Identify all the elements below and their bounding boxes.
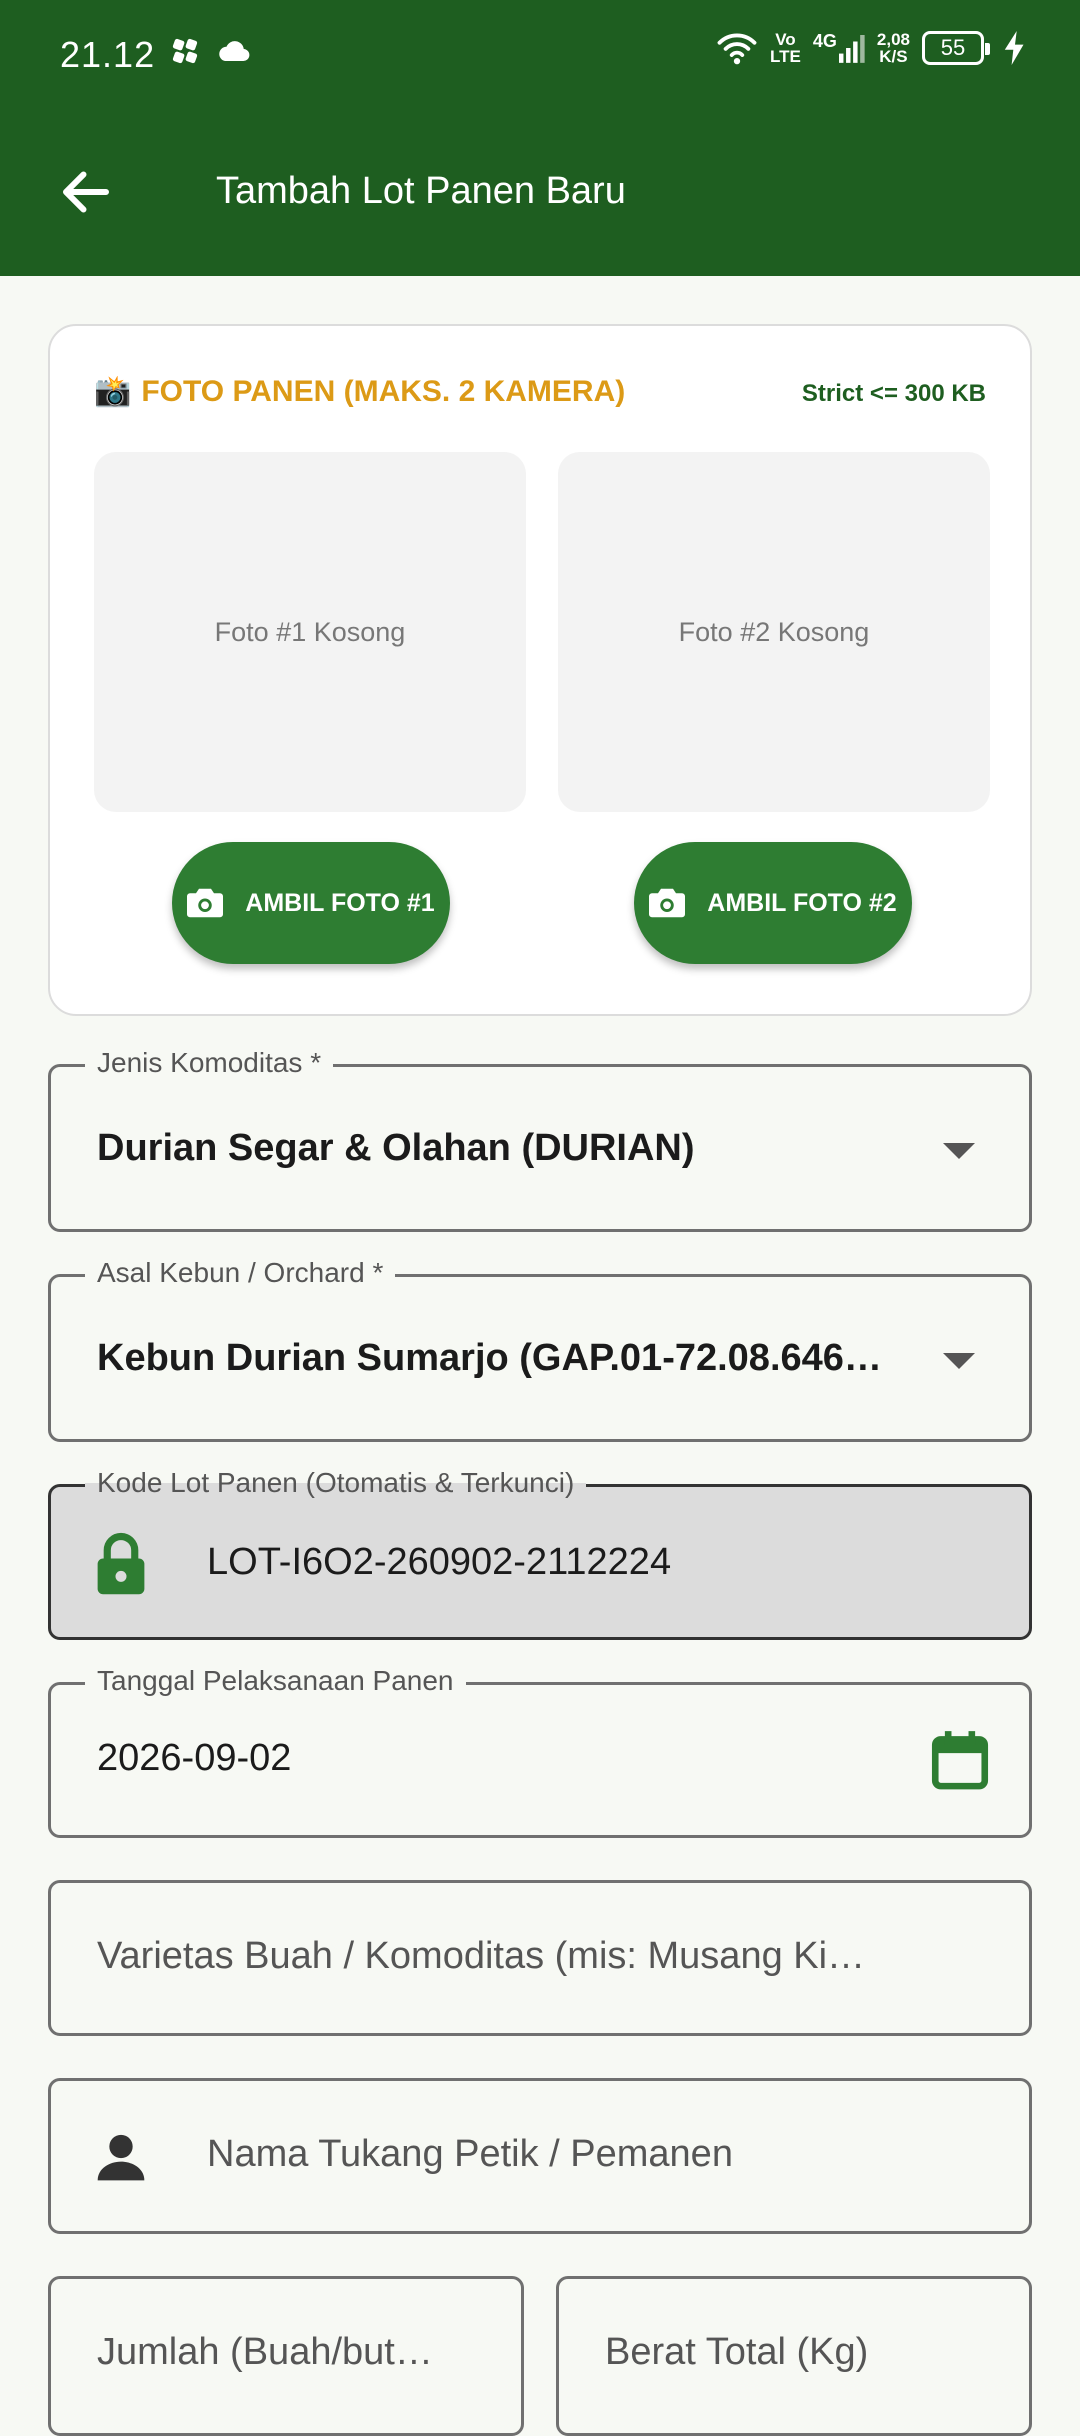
cloud-icon xyxy=(219,41,250,62)
quantity-placeholder: Jumlah (Buah/but… xyxy=(97,2331,433,2373)
app-bar: Tambah Lot Panen Baru xyxy=(0,110,1080,276)
orchard-value: Kebun Durian Sumarjo (GAP.01-72.08.646… xyxy=(97,1337,882,1379)
chevron-down-icon xyxy=(943,1143,975,1159)
variety-input[interactable]: Varietas Buah / Komoditas (mis: Musang K… xyxy=(48,1880,1032,2036)
network-indicator: 4G xyxy=(813,32,865,64)
variety-placeholder: Varietas Buah / Komoditas (mis: Musang K… xyxy=(97,1935,866,1977)
camera-flash-icon: 📸 xyxy=(94,375,132,408)
total-weight-placeholder: Berat Total (Kg) xyxy=(605,2331,869,2373)
data-speed: 2,08 K/S xyxy=(876,30,910,66)
photo-slot-2-placeholder: Foto #2 Kosong xyxy=(678,616,870,647)
take-photo-2-label: AMBIL FOTO #2 xyxy=(707,888,897,917)
take-photo-1-label: AMBIL FOTO #1 xyxy=(245,888,435,917)
photo-slot-1: Foto #1 Kosong xyxy=(94,452,526,812)
app-notification-icon xyxy=(172,38,198,64)
harvest-date-field[interactable]: Tanggal Pelaksanaan Panen 2026-09-02 xyxy=(48,1665,1032,1838)
back-arrow-icon[interactable] xyxy=(56,162,116,222)
lot-code-label: Kode Lot Panen (Otomatis & Terkunci) xyxy=(85,1467,587,1499)
size-limit-note: Strict <= 300 KB xyxy=(801,380,986,407)
harvest-date-value: 2026-09-02 xyxy=(97,1737,292,1779)
status-time: 21.12 xyxy=(60,34,156,75)
picker-name-placeholder: Nama Tukang Petik / Pemanen xyxy=(207,2133,733,2175)
calendar-icon[interactable] xyxy=(927,1727,993,1793)
signal-icon xyxy=(838,35,865,63)
photo-slot-2: Foto #2 Kosong xyxy=(558,452,990,812)
photo-card-title: 📸 FOTO PANEN (MAKS. 2 KAMERA) xyxy=(94,374,626,409)
take-photo-2-button[interactable]: AMBIL FOTO #2 xyxy=(634,842,912,964)
camera-icon xyxy=(649,888,686,918)
commodity-dropdown[interactable]: Jenis Komoditas * Durian Segar & Olahan … xyxy=(48,1047,1032,1232)
page-title: Tambah Lot Panen Baru xyxy=(216,170,626,212)
harvest-date-label: Tanggal Pelaksanaan Panen xyxy=(85,1665,466,1697)
lot-code-value: LOT-I6O2-260902-2112224 xyxy=(207,1541,672,1583)
wifi-icon xyxy=(717,33,757,65)
take-photo-1-button[interactable]: AMBIL FOTO #1 xyxy=(172,842,450,964)
commodity-value: Durian Segar & Olahan (DURIAN) xyxy=(97,1127,695,1169)
chevron-down-icon xyxy=(943,1353,975,1369)
status-bar: 21.12 Vo LTE 4G 2,08 K/S 55 xyxy=(0,0,1080,110)
total-weight-input[interactable]: Berat Total (Kg) xyxy=(556,2276,1032,2436)
photo-slot-1-placeholder: Foto #1 Kosong xyxy=(214,616,406,647)
lot-code-field: Kode Lot Panen (Otomatis & Terkunci) LOT… xyxy=(48,1467,1032,1640)
picker-name-input[interactable]: Nama Tukang Petik / Pemanen xyxy=(48,2078,1032,2234)
orchard-dropdown[interactable]: Asal Kebun / Orchard * Kebun Durian Suma… xyxy=(48,1257,1032,1442)
charging-icon xyxy=(1004,31,1024,65)
person-icon xyxy=(97,2134,145,2181)
camera-icon xyxy=(187,888,224,918)
battery-indicator: 55 xyxy=(922,31,990,65)
orchard-label: Asal Kebun / Orchard * xyxy=(85,1257,396,1289)
lock-icon xyxy=(97,1532,145,1595)
volte-indicator: Vo LTE xyxy=(770,30,801,66)
commodity-label: Jenis Komoditas * xyxy=(85,1047,334,1079)
quantity-input[interactable]: Jumlah (Buah/but… xyxy=(48,2276,524,2436)
status-right: Vo LTE 4G 2,08 K/S 55 xyxy=(716,30,1026,66)
photo-card: 📸 FOTO PANEN (MAKS. 2 KAMERA) Strict <= … xyxy=(48,324,1032,1016)
